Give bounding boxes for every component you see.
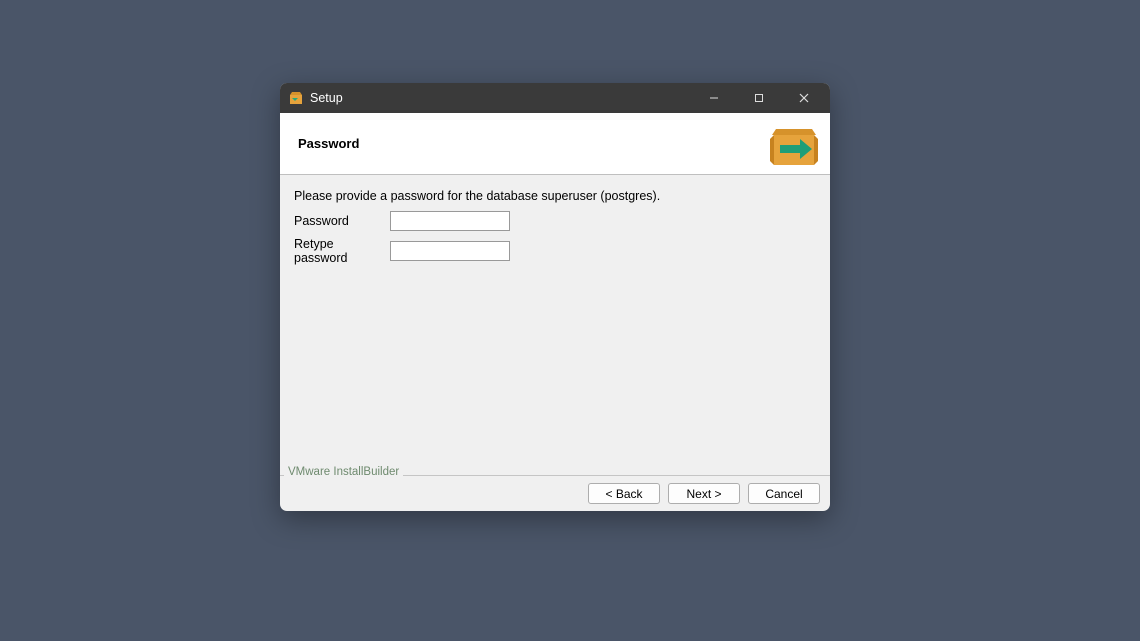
password-input[interactable] [390, 211, 510, 231]
app-box-icon [288, 90, 304, 106]
close-button[interactable] [781, 83, 826, 113]
minimize-button[interactable] [691, 83, 736, 113]
branding-text: VMware InstallBuilder [284, 466, 403, 478]
page-title: Password [298, 136, 359, 151]
installer-box-arrow-icon [766, 115, 822, 174]
cancel-button[interactable]: Cancel [748, 483, 820, 504]
content-area: Please provide a password for the databa… [280, 175, 830, 475]
next-button[interactable]: Next > [668, 483, 740, 504]
instruction-text: Please provide a password for the databa… [294, 189, 816, 203]
footer: VMware InstallBuilder < Back Next > Canc… [280, 475, 830, 511]
retype-password-input[interactable] [390, 241, 510, 261]
titlebar: Setup [280, 83, 830, 113]
retype-password-row: Retype password [294, 237, 816, 265]
back-button[interactable]: < Back [588, 483, 660, 504]
password-label: Password [294, 214, 390, 228]
page-header: Password [280, 113, 830, 175]
maximize-button[interactable] [736, 83, 781, 113]
retype-password-label: Retype password [294, 237, 390, 265]
window-title: Setup [310, 91, 691, 105]
password-row: Password [294, 211, 816, 231]
setup-dialog: Setup Password Please provide a password… [280, 83, 830, 511]
